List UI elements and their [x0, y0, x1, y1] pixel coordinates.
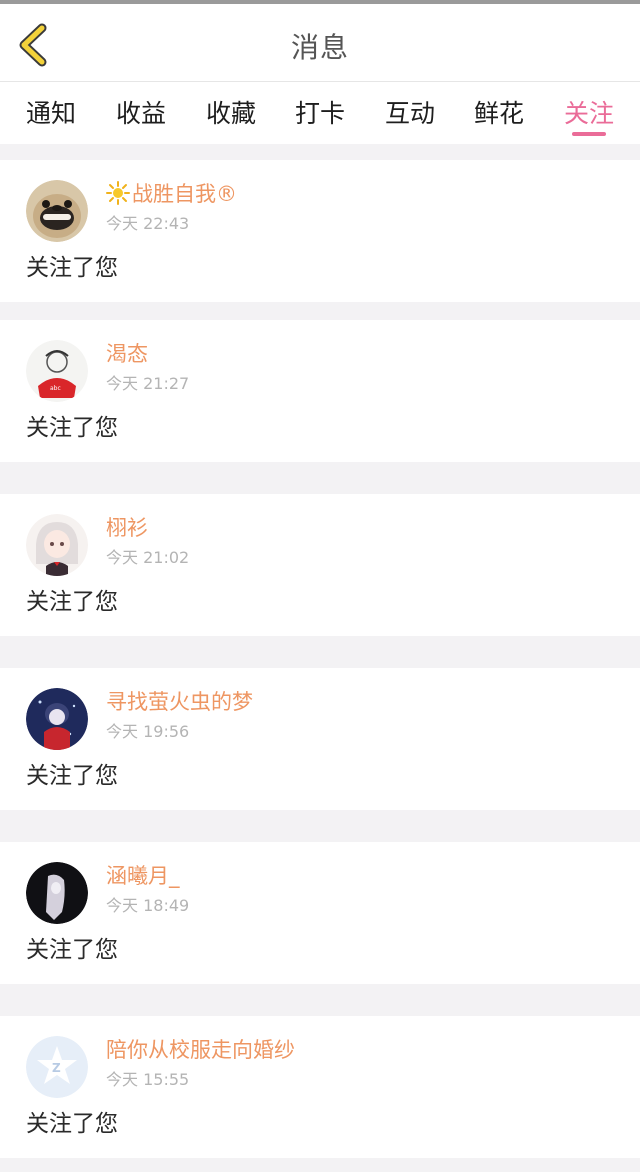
message-text: 关注了您 [26, 589, 118, 615]
tab-flowers[interactable]: 鲜花 [464, 94, 534, 130]
header: 消息 [0, 4, 640, 82]
tab-follow[interactable]: 关注 [554, 94, 624, 130]
timestamp: 今天 18:49 [106, 896, 190, 915]
anime-girl-avatar-image [26, 514, 88, 576]
tab-notifications[interactable]: 通知 [16, 94, 86, 130]
page-title: 消息 [290, 31, 349, 64]
username[interactable]: 栩衫 [106, 512, 148, 542]
list-item[interactable]: 寻找萤火虫的梦 今天 19:56 关注了您 [0, 668, 640, 810]
sun-icon [106, 181, 130, 205]
timestamp: 今天 19:56 [106, 722, 190, 741]
username[interactable]: 渴态 [106, 338, 148, 368]
svg-text:abc: abc [50, 385, 61, 392]
active-tab-indicator [572, 132, 606, 136]
list-item[interactable]: 栩衫 今天 21:02 关注了您 [0, 494, 640, 636]
avatar[interactable]: abc [26, 340, 88, 402]
tab-earnings[interactable]: 收益 [106, 94, 176, 130]
list-item[interactable]: 涵曦月_ 今天 18:49 关注了您 [0, 842, 640, 984]
message-text: 关注了您 [26, 1111, 118, 1137]
message-text: 关注了您 [26, 763, 118, 789]
pug-avatar-image [26, 180, 88, 242]
username[interactable]: 寻找萤火虫的梦 [106, 686, 253, 716]
tab-interaction[interactable]: 互动 [375, 94, 445, 130]
list-item[interactable]: Z 陪你从校服走向婚纱 今天 15:55 关注了您 [0, 1016, 640, 1158]
username[interactable]: 陪你从校服走向婚纱 [106, 1034, 295, 1064]
list-item[interactable]: 战胜自我® 今天 22:43 关注了您 [0, 160, 640, 302]
svg-text:Z: Z [52, 1061, 61, 1075]
message-text: 关注了您 [26, 937, 118, 963]
default-star-avatar-icon: Z [26, 1036, 88, 1098]
message-text: 关注了您 [26, 255, 118, 281]
timestamp: 今天 22:43 [106, 214, 190, 233]
tab-bar: 通知 收益 收藏 打卡 互动 鲜花 关注 [0, 82, 640, 144]
avatar[interactable] [26, 862, 88, 924]
timestamp: 今天 21:27 [106, 374, 190, 393]
night-anime-avatar-image [26, 688, 88, 750]
username[interactable]: 战胜自我® [132, 178, 237, 208]
tab-checkin[interactable]: 打卡 [285, 94, 355, 130]
avatar[interactable] [26, 688, 88, 750]
dark-portrait-avatar-image [26, 862, 88, 924]
message-text: 关注了您 [26, 415, 118, 441]
tab-favorites[interactable]: 收藏 [196, 94, 266, 130]
avatar[interactable] [26, 514, 88, 576]
avatar[interactable] [26, 180, 88, 242]
username[interactable]: 涵曦月_ [106, 860, 180, 890]
avatar[interactable]: Z [26, 1036, 88, 1098]
timestamp: 今天 15:55 [106, 1070, 190, 1089]
list-item[interactable]: abc 渴态 今天 21:27 关注了您 [0, 320, 640, 462]
timestamp: 今天 21:02 [106, 548, 190, 567]
sketch-avatar-image: abc [26, 340, 88, 402]
